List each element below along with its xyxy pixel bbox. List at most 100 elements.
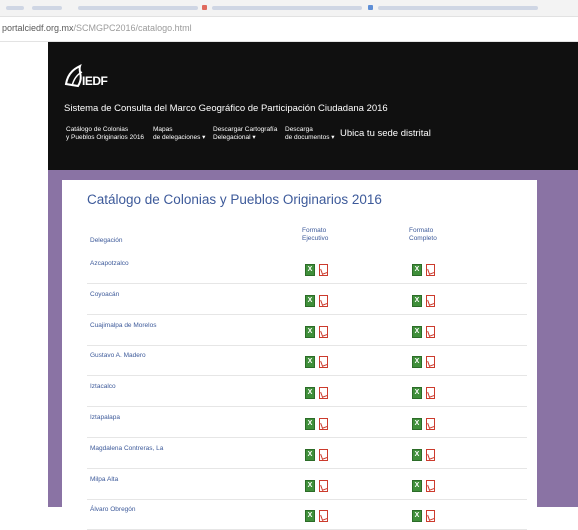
pdf-icon[interactable] — [319, 418, 328, 430]
catalog-panel: Catálogo de Colonias y Pueblos Originari… — [62, 180, 537, 530]
excel-icon[interactable]: X — [412, 325, 422, 338]
nav-item-label: Delegacional ▾ — [213, 134, 256, 141]
download-icons-completo: X — [412, 264, 438, 276]
nav-item-documentos[interactable]: Descarga de documentos ▾ — [285, 126, 335, 142]
nav-item-label: de documentos ▾ — [285, 134, 335, 141]
pdf-icon[interactable] — [319, 356, 328, 369]
url-path: /SCMGPC2016/catalogo.html — [73, 23, 192, 33]
download-icons-completo: X — [412, 387, 438, 400]
pdf-icon[interactable] — [319, 479, 328, 492]
excel-icon[interactable]: X — [305, 448, 315, 461]
download-icons-completo: X — [412, 418, 438, 430]
download-icons-completo: X — [412, 510, 438, 523]
pdf-icon[interactable] — [319, 448, 328, 461]
nav-item-catalogo[interactable]: Catálogo de Colonias y Pueblos Originari… — [66, 126, 144, 142]
excel-icon[interactable]: X — [412, 356, 422, 369]
nav-item-label: Descarga — [285, 126, 313, 133]
row-divider — [87, 344, 527, 346]
column-header-formato-ejecutivo: Formato Ejecutivo — [302, 227, 328, 243]
pdf-icon[interactable] — [426, 448, 435, 461]
delegacion-link[interactable]: Gustavo A. Madero — [90, 352, 146, 359]
download-icons-completo: X — [412, 356, 438, 369]
pdf-icon[interactable] — [319, 387, 328, 400]
pdf-icon[interactable] — [426, 356, 435, 369]
excel-icon[interactable]: X — [305, 325, 315, 338]
row-divider — [87, 406, 527, 408]
row-divider — [87, 375, 527, 377]
excel-icon[interactable]: X — [305, 356, 315, 369]
nav-item-label: Catálogo de Colonias — [66, 126, 129, 133]
table-row: Iztacalco X X — [87, 383, 527, 408]
download-icons-ejecutivo: X — [305, 294, 331, 307]
pdf-icon[interactable] — [426, 479, 435, 492]
pdf-icon[interactable] — [426, 510, 435, 523]
excel-icon[interactable]: X — [412, 264, 422, 276]
tab-placeholder — [378, 6, 538, 10]
download-icons-completo: X — [412, 325, 438, 338]
pdf-icon[interactable] — [426, 325, 435, 338]
tab-placeholder — [6, 6, 24, 10]
delegacion-link[interactable]: Azcapotzalco — [90, 260, 129, 267]
catalog-title: Catálogo de Colonias y Pueblos Originari… — [87, 192, 382, 207]
row-divider — [87, 467, 527, 469]
table-row: Cuajimalpa de Morelos X X — [87, 322, 527, 346]
excel-icon[interactable]: X — [412, 294, 422, 307]
pdf-icon[interactable] — [426, 387, 435, 400]
delegacion-link[interactable]: Iztacalco — [90, 383, 116, 390]
nav-item-label: y Pueblos Originarios 2016 — [66, 134, 145, 141]
delegacion-link[interactable]: Coyoacán — [90, 291, 119, 298]
delegacion-link[interactable]: Iztapalapa — [90, 414, 120, 421]
row-divider — [87, 313, 527, 315]
download-icons-completo: X — [412, 294, 438, 307]
pdf-icon[interactable] — [319, 294, 328, 307]
download-icons-ejecutivo: X — [305, 356, 331, 369]
pdf-icon[interactable] — [319, 510, 328, 523]
table-row: Gustavo A. Madero X X — [87, 352, 527, 377]
pdf-icon[interactable] — [426, 418, 435, 430]
download-icons-ejecutivo: X — [305, 325, 331, 338]
page: IEDF Sistema de Consulta del Marco Geogr… — [0, 42, 578, 530]
pdf-icon[interactable] — [319, 325, 328, 338]
delegacion-link[interactable]: Álvaro Obregón — [90, 506, 136, 513]
delegacion-link[interactable]: Magdalena Contreras, La — [90, 445, 163, 452]
download-icons-ejecutivo: X — [305, 448, 331, 461]
excel-icon[interactable]: X — [305, 294, 315, 307]
download-icons-ejecutivo: X — [305, 510, 331, 523]
excel-icon[interactable]: X — [412, 418, 422, 430]
column-header-line: Formato — [302, 227, 327, 234]
table-row: Magdalena Contreras, La X X — [87, 445, 527, 469]
row-divider — [87, 283, 527, 284]
pdf-icon[interactable] — [426, 294, 435, 307]
excel-icon[interactable]: X — [412, 387, 422, 400]
excel-icon[interactable]: X — [305, 387, 315, 400]
address-bar[interactable]: portalciedf.org.mx/SCMGPC2016/catalogo.h… — [0, 17, 578, 42]
nav-item-label: Ubica tu sede distrital — [340, 128, 431, 139]
download-icons-ejecutivo: X — [305, 479, 331, 492]
nav-item-sede-distrital[interactable]: Ubica tu sede distrital — [340, 128, 431, 139]
excel-icon[interactable]: X — [412, 479, 422, 492]
row-divider — [87, 498, 527, 500]
row-divider — [87, 437, 527, 438]
excel-icon[interactable]: X — [412, 510, 422, 523]
pdf-icon[interactable] — [426, 264, 435, 276]
nav-item-label: de delegaciones ▾ — [153, 134, 206, 141]
table-row: Iztapalapa X X — [87, 414, 527, 438]
pdf-icon[interactable] — [319, 264, 328, 276]
excel-icon[interactable]: X — [305, 479, 315, 492]
column-header-line: Ejecutivo — [302, 235, 329, 242]
excel-icon[interactable]: X — [412, 448, 422, 461]
column-header-formato-completo: Formato Completo — [409, 227, 437, 243]
nav-item-mapas[interactable]: Mapas de delegaciones ▾ — [153, 126, 205, 142]
main-nav: Catálogo de Colonias y Pueblos Originari… — [48, 126, 578, 156]
excel-icon[interactable]: X — [305, 264, 315, 276]
download-icons-completo: X — [412, 479, 438, 492]
delegacion-link[interactable]: Cuajimalpa de Morelos — [90, 322, 156, 329]
nav-item-label: Mapas — [153, 126, 173, 133]
nav-item-cartografia[interactable]: Descargar Cartografía Delegacional ▾ — [213, 126, 277, 142]
table-row: Milpa Alta X X — [87, 476, 527, 500]
delegacion-link[interactable]: Milpa Alta — [90, 476, 118, 483]
column-header-delegacion: Delegación — [90, 237, 123, 244]
excel-icon[interactable]: X — [305, 510, 315, 523]
excel-icon[interactable]: X — [305, 418, 315, 430]
url-text[interactable]: portalciedf.org.mx/SCMGPC2016/catalogo.h… — [2, 23, 192, 33]
